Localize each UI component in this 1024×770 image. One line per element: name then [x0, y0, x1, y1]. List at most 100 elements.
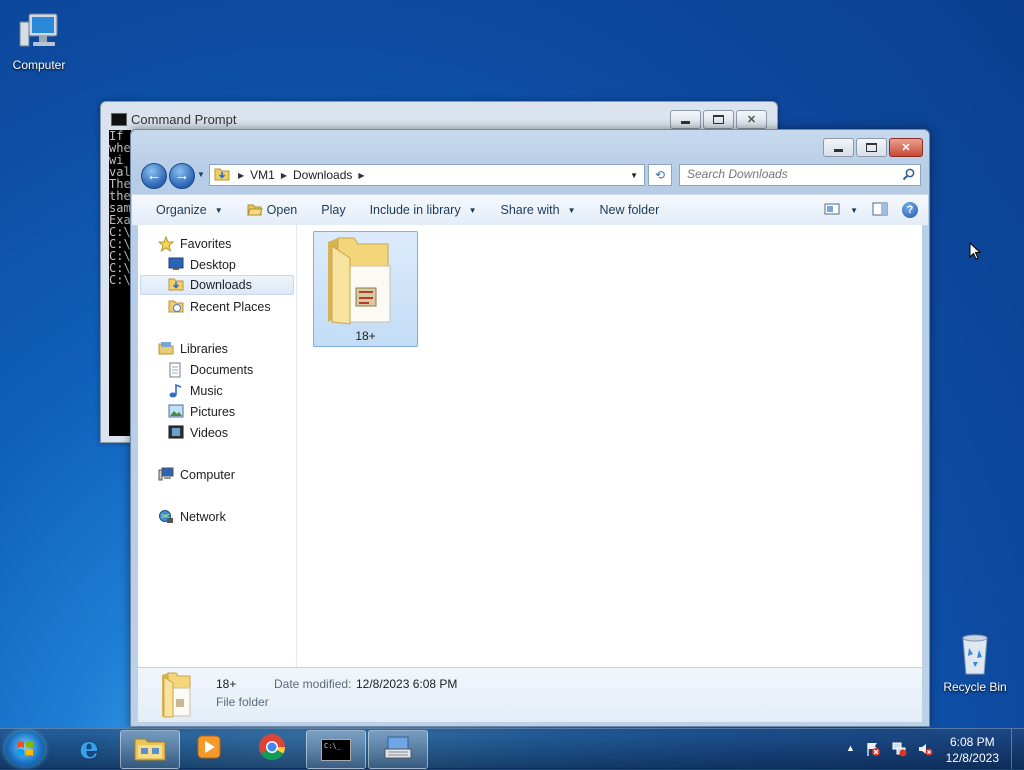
- nav-label: Pictures: [190, 405, 236, 419]
- details-date-label: Date modified:: [274, 677, 352, 691]
- desktop-icon: [168, 257, 184, 273]
- nav-network[interactable]: Network: [158, 507, 226, 527]
- nav-label: Music: [190, 384, 223, 398]
- minimize-button[interactable]: [670, 110, 701, 129]
- network-icon: [158, 509, 174, 525]
- nav-favorites[interactable]: Favorites: [157, 234, 232, 254]
- folder-item[interactable]: 18+: [313, 231, 418, 347]
- preview-pane-icon: [872, 202, 888, 219]
- action-center-flag-icon[interactable]: [865, 741, 881, 760]
- nav-label: Favorites: [180, 237, 232, 251]
- taskbar: e C:\_ ▲ 6:08 PM 12/8/2023: [0, 728, 1024, 769]
- nav-desktop[interactable]: Desktop: [168, 255, 236, 275]
- maximize-button[interactable]: [703, 110, 734, 129]
- refresh-icon: ⟲: [654, 168, 666, 182]
- taskbar-on-screen-keyboard[interactable]: [368, 730, 428, 769]
- include-in-library-button[interactable]: Include in library ▼: [358, 203, 489, 217]
- folder-name: 18+: [355, 329, 376, 343]
- recent-pages-dropdown[interactable]: ▼: [197, 170, 205, 179]
- nav-documents[interactable]: Documents: [168, 360, 253, 380]
- desktop-icon-computer[interactable]: Computer: [2, 8, 76, 72]
- nav-recent-places[interactable]: Recent Places: [168, 297, 271, 317]
- nav-music[interactable]: Music: [168, 381, 223, 401]
- open-folder-icon: [246, 202, 263, 219]
- help-icon: ?: [902, 202, 918, 218]
- preview-pane-button[interactable]: [872, 202, 888, 219]
- show-desktop-button[interactable]: [1011, 729, 1024, 769]
- refresh-button[interactable]: ⟲: [648, 164, 672, 186]
- include-label: Include in library: [369, 203, 461, 217]
- chevron-down-icon: ▼: [567, 205, 576, 215]
- view-icon: [824, 203, 840, 218]
- minimize-icon: [834, 148, 843, 152]
- nav-videos[interactable]: Videos: [168, 423, 228, 443]
- search-box[interactable]: [679, 164, 921, 186]
- address-bar[interactable]: ▶ VM1 ▶ Downloads ▶ ▼: [209, 164, 645, 186]
- new-folder-label: New folder: [599, 203, 660, 217]
- maximize-button[interactable]: [856, 138, 887, 157]
- search-input[interactable]: [680, 165, 897, 183]
- nav-label: Computer: [180, 468, 235, 482]
- taskbar-chrome[interactable]: [243, 730, 301, 767]
- clock-time: 6:08 PM: [949, 735, 995, 749]
- back-button[interactable]: ←: [141, 163, 167, 189]
- back-arrow-icon: ←: [146, 167, 162, 184]
- volume-muted-icon[interactable]: [917, 741, 933, 760]
- organize-button[interactable]: Organize ▼: [132, 203, 235, 217]
- nav-computer[interactable]: Computer: [158, 465, 235, 485]
- clock[interactable]: 6:08 PM 12/8/2023: [946, 734, 999, 766]
- open-label: Open: [266, 203, 298, 217]
- nav-label: Downloads: [190, 278, 252, 292]
- chevron-down-icon: ▼: [850, 205, 858, 215]
- network-status-icon[interactable]: [891, 741, 907, 760]
- window-title: Command Prompt: [131, 112, 237, 127]
- media-player-icon: [195, 733, 223, 764]
- forward-arrow-icon: →: [174, 167, 190, 184]
- taskbar-internet-explorer[interactable]: e: [60, 730, 118, 767]
- videos-icon: [168, 425, 184, 441]
- start-button[interactable]: [5, 731, 45, 767]
- details-name: 18+: [216, 677, 237, 691]
- minimize-icon: [681, 120, 690, 124]
- breadcrumb-separator-icon: ▶: [280, 170, 287, 180]
- address-dropdown-icon[interactable]: ▼: [630, 171, 638, 180]
- play-button[interactable]: Play: [309, 203, 357, 217]
- navigation-pane: Favorites Desktop Downloads Recent Place…: [138, 225, 297, 667]
- nav-label: Videos: [190, 426, 228, 440]
- close-button[interactable]: ✕: [736, 110, 767, 129]
- folder-download-icon: [168, 277, 184, 293]
- maximize-icon: [713, 115, 724, 124]
- mouse-cursor-icon: [969, 241, 982, 264]
- chrome-icon: [257, 732, 287, 765]
- close-icon: ✕: [901, 142, 911, 154]
- breadcrumb-separator-icon: ▶: [238, 170, 245, 180]
- recent-places-icon: [168, 299, 184, 315]
- desktop-icon-recycle-bin[interactable]: Recycle Bin: [938, 630, 1012, 694]
- show-hidden-icons-button[interactable]: ▲: [846, 743, 855, 760]
- forward-button[interactable]: →: [169, 163, 195, 189]
- chevron-down-icon: ▼: [214, 205, 223, 215]
- folder-download-icon: [214, 167, 230, 184]
- cmd-icon: [111, 113, 127, 126]
- explorer-window[interactable]: ✕ ← → ▼ ▶ VM1 ▶ Downloads ▶ ▼ ⟲ Organize…: [130, 129, 930, 727]
- taskbar-windows-explorer[interactable]: [120, 730, 180, 769]
- folder-icon: [160, 672, 192, 721]
- change-view-button[interactable]: ▼: [824, 203, 858, 218]
- breadcrumb-downloads[interactable]: Downloads: [293, 168, 352, 182]
- taskbar-media-player[interactable]: [180, 730, 238, 767]
- chevron-down-icon: ▼: [468, 205, 477, 215]
- nav-pictures[interactable]: Pictures: [168, 402, 235, 422]
- minimize-button[interactable]: [823, 138, 854, 157]
- close-button[interactable]: ✕: [889, 138, 923, 157]
- keyboard-icon: [383, 735, 413, 764]
- share-with-button[interactable]: Share with ▼: [489, 203, 588, 217]
- star-icon: [157, 235, 175, 253]
- nav-downloads[interactable]: Downloads: [140, 275, 294, 295]
- nav-libraries[interactable]: Libraries: [158, 339, 228, 359]
- open-button[interactable]: Open: [235, 202, 310, 219]
- breadcrumb-vm1[interactable]: VM1: [250, 168, 275, 182]
- help-button[interactable]: ?: [902, 202, 918, 218]
- share-label: Share with: [500, 203, 560, 217]
- new-folder-button[interactable]: New folder: [588, 203, 672, 217]
- taskbar-command-prompt[interactable]: C:\_: [306, 730, 366, 769]
